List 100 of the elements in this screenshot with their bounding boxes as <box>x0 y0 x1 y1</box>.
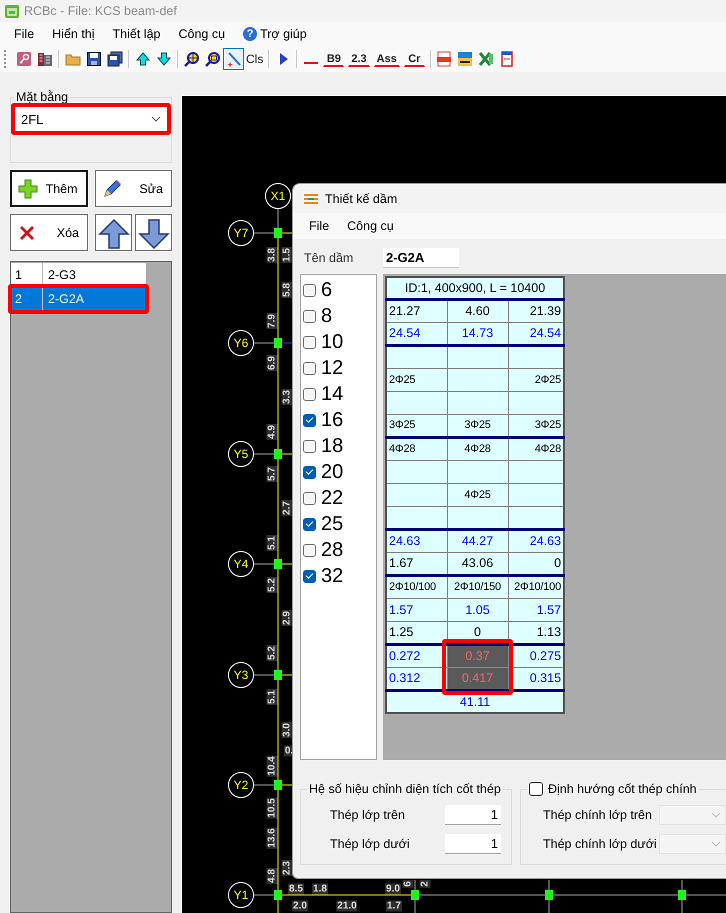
checkbox[interactable] <box>303 518 316 530</box>
checkbox[interactable] <box>303 336 316 348</box>
dimension-label: 5.1 <box>266 689 278 705</box>
checkbox-label: Định hướng cốt thép chính <box>548 782 697 796</box>
dimension-label: 6.9 <box>266 355 278 371</box>
move-down-button[interactable] <box>135 214 172 251</box>
axis-bubble: X1 <box>265 183 291 209</box>
group-title: Mặt bằng <box>15 90 70 104</box>
axis-bubble: Y6 <box>228 330 254 356</box>
checkbox[interactable] <box>303 284 316 296</box>
toolbar-button[interactable]: Cls <box>244 48 266 70</box>
menu-item[interactable]: Thiết lập <box>104 25 170 43</box>
axis-bubble: Y7 <box>228 220 254 246</box>
node-marker <box>274 228 282 238</box>
menu-item[interactable]: File <box>5 25 44 43</box>
chevron-icon <box>151 116 161 122</box>
axis-bubble: Y2 <box>228 772 254 798</box>
table-cell: 1.67 <box>386 552 447 575</box>
diameter-label: 20 <box>321 460 344 484</box>
dimension-label: 2.7 <box>282 500 292 516</box>
diameter-label: 25 <box>321 512 344 536</box>
axis-bubble: Y3 <box>228 662 254 688</box>
table-cell: 4Φ28 <box>447 437 508 460</box>
menu-item[interactable]: ? Trợ giúp <box>234 25 316 43</box>
checkbox[interactable] <box>529 782 543 796</box>
down-arrow-icon <box>138 216 170 248</box>
checkbox[interactable] <box>303 310 316 322</box>
table-cell: 14.73 <box>447 322 508 345</box>
diameter-label: 22 <box>321 486 344 510</box>
move-up-button[interactable] <box>95 214 132 251</box>
checkbox[interactable] <box>303 362 316 374</box>
toolbar-button[interactable]: Cr <box>404 51 425 67</box>
chevron-icon <box>711 840 721 846</box>
add-button[interactable]: Thêm <box>10 170 88 207</box>
list-row[interactable]: 2 2-G2A <box>11 287 146 311</box>
checkbox[interactable] <box>303 440 316 452</box>
number-field[interactable]: 1 <box>445 834 501 854</box>
dimension-label: 5.1 <box>266 535 278 551</box>
dimension-label: 21.0 <box>336 900 358 912</box>
dimension-label: 1.7 <box>386 900 402 912</box>
table-cell: 0.417 <box>447 667 508 690</box>
menu-item[interactable]: Hiển thị <box>43 25 104 43</box>
floor-dropdown[interactable]: 2FL <box>14 106 168 132</box>
table-cell: 1.05 <box>447 598 508 621</box>
field-label: Thép lớp trên <box>329 808 406 822</box>
dimension-label: 3.3 <box>282 389 292 405</box>
table-cell: 4.60 <box>447 299 508 322</box>
number-field[interactable]: 1 <box>445 804 501 824</box>
checkbox[interactable] <box>303 414 316 426</box>
table-cell: 4Φ25 <box>447 483 508 506</box>
table-cell: 4Φ28 <box>386 437 447 460</box>
dimension-label: 2.9 <box>282 610 292 626</box>
node-marker <box>274 670 282 680</box>
checkbox[interactable] <box>303 388 316 400</box>
toolbar-button[interactable]: 2.3 <box>348 51 370 67</box>
diameter-label: 14 <box>321 382 344 406</box>
dimension-label: 1.5 <box>282 247 292 263</box>
menu-item[interactable]: File <box>300 217 338 235</box>
field-label: Thép chính lớp dưới <box>542 836 658 850</box>
menu-item[interactable]: Công cụ <box>170 25 234 43</box>
toolbar-button[interactable]: B9 <box>323 51 344 67</box>
table-cell: 43.06 <box>447 552 508 575</box>
dialog-title: Thiết kế dầm <box>325 192 398 206</box>
dimension-label: 8.5 <box>288 884 304 894</box>
diameter-label: 10 <box>321 330 344 354</box>
beam-name: 2-G3 <box>47 268 76 282</box>
line-tool-icon[interactable] <box>223 48 244 70</box>
dimension-label: 10.5 <box>266 797 278 819</box>
diameter-label: 16 <box>321 408 344 432</box>
app-icon <box>4 3 20 19</box>
menu-item[interactable]: Công cụ <box>338 217 403 235</box>
up-arrow-icon <box>98 216 130 248</box>
checkbox[interactable] <box>303 466 316 478</box>
diameter-label: 12 <box>321 356 344 380</box>
checkbox[interactable] <box>303 544 316 556</box>
diameter-label: 8 <box>321 304 332 328</box>
table-cell: 1.25 <box>386 621 447 644</box>
checkbox[interactable] <box>303 492 316 504</box>
pencil-icon <box>102 178 122 198</box>
name-field[interactable]: 2-G2A <box>383 248 459 268</box>
dimension-label: 9.0 <box>385 884 401 894</box>
diameter-label: 32 <box>321 564 344 588</box>
toolbar-button[interactable]: Ass <box>374 51 400 67</box>
table-cell: 2Φ10/100 <box>386 575 447 598</box>
diameter-label: 18 <box>321 434 344 458</box>
dimension-label: 7.9 <box>266 313 278 329</box>
dimension-label: 1.8 <box>312 884 328 894</box>
row-number: 2 <box>11 287 43 311</box>
chevron-icon <box>711 812 721 818</box>
beam-name: 2-G2A <box>47 292 84 306</box>
checkbox[interactable] <box>303 570 316 582</box>
axis-bubble: Y4 <box>228 551 254 577</box>
dimension-label: 2 <box>420 880 430 888</box>
delete-button[interactable]: Xóa <box>10 214 88 251</box>
table-cell: 41.11 <box>386 690 564 713</box>
plus-icon <box>18 178 38 198</box>
node-marker <box>274 449 282 459</box>
dimension-label: 5.2 <box>266 577 278 593</box>
field-label: Thép lớp dưới <box>329 836 411 850</box>
edit-button[interactable]: Sửa <box>94 170 172 207</box>
